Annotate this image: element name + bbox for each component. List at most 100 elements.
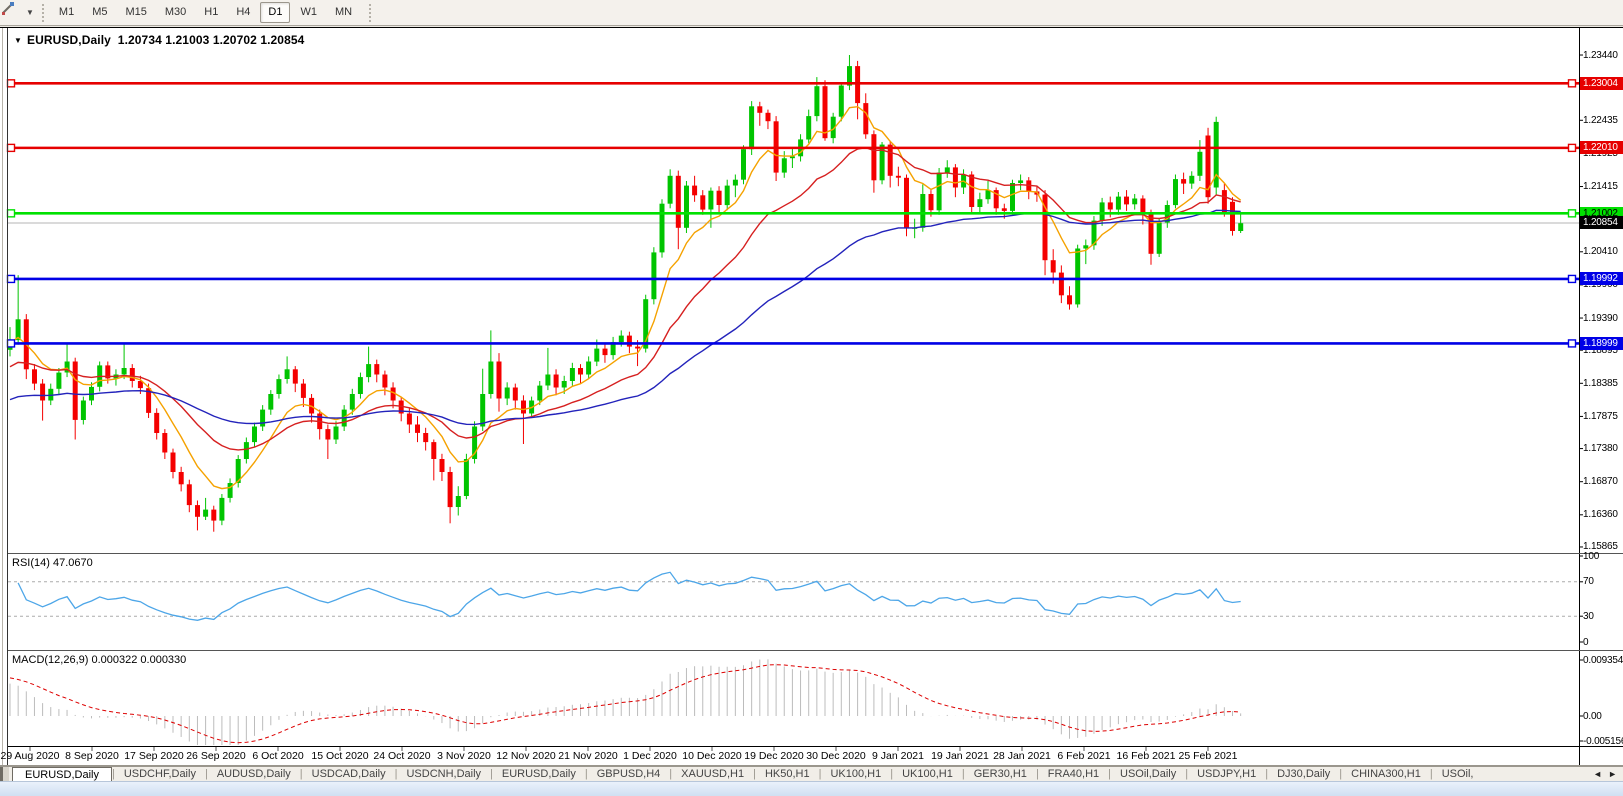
candle-body <box>1018 180 1024 183</box>
chart-tab-eurusd-daily[interactable]: EURUSD,Daily <box>493 767 585 781</box>
macd-scale-label: -0.005156 <box>1583 735 1623 747</box>
candle-body <box>749 106 755 150</box>
line-handle[interactable] <box>1567 79 1577 88</box>
chart-tab-eurusd-daily[interactable]: EURUSD,Daily <box>12 767 112 781</box>
candle-body <box>822 86 828 139</box>
candle-body <box>781 158 787 173</box>
chart-tab-xauusd-h1[interactable]: XAUUSD,H1 <box>672 767 753 781</box>
chart-tab-usdcnh-daily[interactable]: USDCNH,Daily <box>397 767 490 781</box>
chart-tab-gbpusd-h4[interactable]: GBPUSD,H4 <box>588 767 670 781</box>
candle-body <box>56 372 62 389</box>
candle-body <box>1197 151 1203 176</box>
line-handle[interactable] <box>6 274 16 284</box>
chart-tab-usoil-[interactable]: USOil, <box>1433 767 1483 781</box>
candle-body <box>1140 198 1146 214</box>
candle-body <box>80 400 86 420</box>
candle-body <box>537 385 543 401</box>
candle-body <box>1230 201 1235 231</box>
candle-body <box>219 497 225 521</box>
line-handle[interactable] <box>1567 274 1577 284</box>
candle-body <box>936 172 942 211</box>
tab-scroll-right-icon[interactable]: ► <box>1608 769 1617 779</box>
date-label: 25 Feb 2021 <box>1178 750 1238 762</box>
line-handle[interactable] <box>1567 209 1577 218</box>
chart-tab-fra40-h1[interactable]: FRA40,H1 <box>1039 767 1108 781</box>
candle-body <box>415 424 420 433</box>
rsi-scale-label: 30 <box>1583 610 1594 622</box>
date-label: 21 Nov 2020 <box>558 750 618 762</box>
chart-tab-uk100-h1[interactable]: UK100,H1 <box>893 767 962 781</box>
candle-body <box>1075 248 1081 305</box>
chart-tab-usdchf-daily[interactable]: USDCHF,Daily <box>115 767 205 781</box>
rsi-scale-label: 70 <box>1583 576 1594 588</box>
chart-tab-audusd-daily[interactable]: AUDUSD,Daily <box>208 767 300 781</box>
candle-body <box>423 433 429 443</box>
candle-body <box>887 144 893 176</box>
candle-body <box>952 167 958 188</box>
price-tick-label: 1.17380 <box>1583 443 1618 455</box>
candle-body <box>985 190 991 200</box>
chart-tab-bar: EURUSD,Daily | USDCHF,Daily | AUDUSD,Daily | U… <box>0 766 1623 781</box>
price-level-tag: 1.22010 <box>1580 141 1623 155</box>
candle-body <box>480 394 486 427</box>
line-handle[interactable] <box>6 339 16 348</box>
macd-label: MACD(12,26,9) 0.000322 0.000330 <box>12 654 187 666</box>
candle-body <box>496 361 502 399</box>
line-handle[interactable] <box>1567 143 1577 153</box>
date-label: 3 Nov 2020 <box>437 750 491 762</box>
candle-body <box>708 190 714 210</box>
line-handle[interactable] <box>6 79 16 88</box>
chart-tab-usdcad-daily[interactable]: USDCAD,Daily <box>303 767 395 781</box>
rsi-line <box>17 571 1241 621</box>
chart-tab-usoil-daily[interactable]: USOil,Daily <box>1111 767 1185 781</box>
candle-body <box>40 383 46 401</box>
candle-body <box>162 433 168 453</box>
rsi-label: RSI(14) 47.0670 <box>12 557 93 569</box>
line-handle[interactable] <box>6 143 16 153</box>
candle-body <box>871 134 877 181</box>
candle-body <box>439 459 445 472</box>
candle-body <box>1173 179 1178 206</box>
candle-body <box>602 348 608 356</box>
candle-body <box>765 112 771 122</box>
chart-tab-hk50-h1[interactable]: HK50,H1 <box>756 767 819 781</box>
candle-body <box>741 149 746 180</box>
price-tick-label: 1.16360 <box>1583 509 1618 521</box>
chart-tab-dj30-daily[interactable]: DJ30,Daily <box>1268 767 1339 781</box>
candle-body <box>635 346 641 349</box>
candle-body <box>447 472 453 508</box>
chart-tab-usdjpy-h1[interactable]: USDJPY,H1 <box>1188 767 1265 781</box>
candle-body <box>382 374 388 388</box>
candle-body <box>716 190 722 205</box>
date-label: 10 Dec 2020 <box>682 750 742 762</box>
candle-body <box>488 361 494 394</box>
candle-body <box>268 394 274 410</box>
candles <box>7 55 1244 532</box>
macd-signal-line <box>9 664 1241 744</box>
chart-tab-china300-h1[interactable]: CHINA300,H1 <box>1342 767 1430 781</box>
chart-menu-arrow-icon[interactable]: ▼ <box>14 36 22 45</box>
line-handle[interactable] <box>1567 339 1577 348</box>
candle-body <box>211 509 217 521</box>
candle-body <box>252 426 257 443</box>
date-label: 19 Jan 2021 <box>931 750 989 762</box>
price-tick-label: 1.22435 <box>1583 114 1618 126</box>
price-level-tag: 1.18999 <box>1580 336 1623 350</box>
tabbar-grip[interactable] <box>0 767 9 781</box>
chart-tab-ger30-h1[interactable]: GER30,H1 <box>965 767 1036 781</box>
chart-tab-uk100-h1[interactable]: UK100,H1 <box>821 767 890 781</box>
tab-scroll-left-icon[interactable]: ◄ <box>1593 769 1602 779</box>
date-label: 1 Dec 2020 <box>623 750 677 762</box>
date-label: 24 Oct 2020 <box>373 750 431 762</box>
candle-body <box>806 116 812 140</box>
line-handle[interactable] <box>6 209 16 218</box>
candle-body <box>1107 202 1113 210</box>
date-label: 6 Oct 2020 <box>252 750 304 762</box>
status-bar <box>0 781 1623 796</box>
ma-line-fast <box>9 105 1242 490</box>
mt4-terminal: ▼ M1 M5 M15 M30 H1 H4 D1 W1 MN ▼ EURUSD,Daily 1.2… <box>0 0 1623 796</box>
candle-body <box>1083 245 1089 249</box>
candle-body <box>1205 135 1211 198</box>
rsi-scale-label: 0 <box>1583 636 1589 648</box>
candle-body <box>594 348 600 362</box>
